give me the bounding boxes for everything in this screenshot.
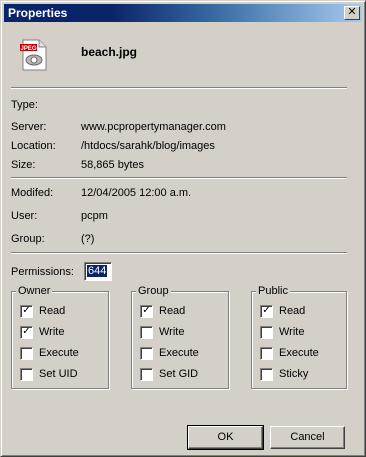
group-permissions-group: Group ✓ Read Write Execute Set GID (131, 285, 229, 389)
checkbox-label: Set GID (159, 368, 199, 380)
modified-value: 12/04/2005 12:00 a.m. (81, 187, 192, 199)
checkbox-box[interactable]: ✓ (260, 305, 273, 318)
properties-dialog: Properties ✕ JPEG beach.jpg Type: Server… (0, 0, 366, 457)
close-icon[interactable]: ✕ (344, 6, 360, 20)
checkbox-label: Read (159, 305, 186, 317)
checkbox-box[interactable] (260, 368, 273, 381)
user-label: User: (11, 210, 38, 222)
checkbox-label: Write (39, 326, 65, 338)
checkbox-box[interactable]: ✓ (140, 305, 153, 318)
size-label: Size: (11, 159, 36, 171)
checkbox-label: Sticky (279, 368, 309, 380)
permissions-input[interactable]: 644 (84, 262, 112, 281)
checkbox-box[interactable] (140, 368, 153, 381)
ok-button[interactable]: OK (187, 425, 264, 450)
server-value: www.pcpropertymanager.com (81, 121, 226, 133)
checkbox-label: Write (279, 326, 305, 338)
checkbox-label: Execute (279, 347, 319, 359)
size-value: 58,865 bytes (81, 159, 144, 171)
owner-group-title: Owner (16, 285, 53, 297)
public-group: Public ✓ Read Write Execute Sticky (251, 285, 347, 389)
checkbox-box[interactable] (20, 368, 33, 381)
server-label: Server: (11, 121, 47, 133)
user-value: pcpm (81, 210, 108, 222)
checkbox-box[interactable] (20, 347, 33, 360)
checkbox-box[interactable] (140, 326, 153, 339)
type-label: Type: (11, 99, 38, 111)
checkbox-box[interactable] (260, 326, 273, 339)
checkbox-label: Read (279, 305, 306, 317)
group-value: (?) (81, 233, 95, 245)
checkbox-box[interactable] (260, 347, 273, 360)
permissions-value: 644 (87, 265, 108, 277)
cancel-button[interactable]: Cancel (270, 426, 345, 449)
checkbox-label: Write (159, 326, 185, 338)
public-group-title: Public (256, 285, 290, 297)
checkbox-label: Execute (159, 347, 199, 359)
modified-label: Modifed: (11, 187, 54, 199)
separator (11, 252, 347, 254)
jpeg-file-icon: JPEG (20, 39, 47, 71)
owner-group: Owner ✓ Read ✓ Write Execute Set UID (11, 285, 109, 389)
checkbox-box[interactable]: ✓ (20, 326, 33, 339)
checkbox-label: Read (39, 305, 66, 317)
permissions-label: Permissions: (11, 266, 74, 278)
separator (11, 87, 347, 89)
checkbox-label: Set UID (39, 368, 78, 380)
group-label: Group: (11, 233, 45, 245)
separator (11, 177, 347, 179)
location-label: Location: (11, 140, 56, 152)
checkbox-box[interactable]: ✓ (20, 305, 33, 318)
checkbox-label: Execute (39, 347, 79, 359)
title-bar[interactable]: Properties ✕ (4, 4, 362, 22)
file-icon-label: JPEG (20, 46, 36, 52)
checkbox-box[interactable] (140, 347, 153, 360)
window-title: Properties (8, 6, 68, 20)
location-value: /htdocs/sarahk/blog/images (81, 140, 215, 152)
group-group-title: Group (136, 285, 171, 297)
file-name: beach.jpg (81, 45, 138, 59)
